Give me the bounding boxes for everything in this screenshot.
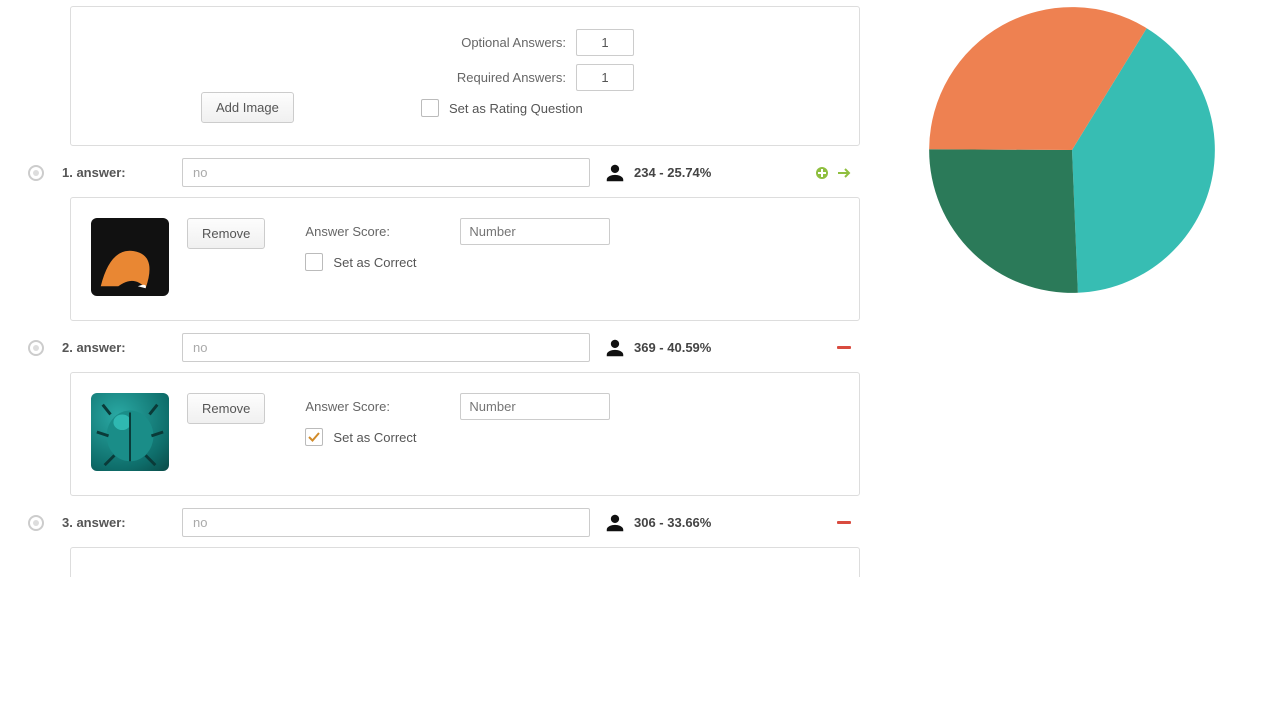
answer-score-label: Answer Score: (305, 224, 460, 239)
answer-detail-panel (70, 547, 860, 577)
plus-icon[interactable] (814, 165, 830, 181)
add-image-button[interactable]: Add Image (201, 92, 294, 123)
answer-detail-panel: Remove Answer Score: Set as Correct (70, 372, 860, 496)
answer-score-label: Answer Score: (305, 399, 460, 414)
answer-text-input[interactable] (182, 158, 590, 187)
required-answers-label: Required Answers: (421, 70, 576, 85)
set-correct-label: Set as Correct (333, 255, 416, 270)
answer-row: 2. answer: 369 - 40.59% (20, 329, 860, 366)
answer-index-label: 3. answer: (62, 515, 182, 530)
answer-detail-panel: Remove Answer Score: Set as Correct (70, 197, 860, 321)
answer-stats: 369 - 40.59% (634, 340, 754, 355)
person-icon (604, 162, 626, 184)
answer-stats: 234 - 25.74% (634, 165, 754, 180)
person-icon (604, 337, 626, 359)
set-correct-checkbox[interactable] (305, 253, 323, 271)
answer-radio[interactable] (28, 515, 44, 531)
remove-image-button[interactable]: Remove (187, 218, 265, 249)
answer-score-input[interactable] (460, 218, 610, 245)
optional-answers-label: Optional Answers: (421, 35, 576, 50)
pie-slice (929, 149, 1078, 293)
set-correct-label: Set as Correct (333, 430, 416, 445)
required-answers-input[interactable] (576, 64, 634, 91)
answer-stats: 306 - 33.66% (634, 515, 754, 530)
optional-answers-input[interactable] (576, 29, 634, 56)
answer-index-label: 2. answer: (62, 340, 182, 355)
answer-row: 1. answer: 234 - 25.74% (20, 154, 860, 191)
answer-thumbnail (91, 393, 169, 471)
answer-radio[interactable] (28, 165, 44, 181)
results-pie-chart (922, 0, 1222, 300)
remove-answer-icon[interactable] (836, 515, 852, 531)
move-icon[interactable] (836, 165, 852, 181)
remove-answer-icon[interactable] (836, 340, 852, 356)
answer-text-input[interactable] (182, 333, 590, 362)
remove-image-button[interactable]: Remove (187, 393, 265, 424)
answer-score-input[interactable] (460, 393, 610, 420)
person-icon (604, 512, 626, 534)
rating-question-checkbox[interactable] (421, 99, 439, 117)
set-correct-checkbox[interactable] (305, 428, 323, 446)
answer-radio[interactable] (28, 340, 44, 356)
question-settings-panel: Add Image Optional Answers: Required Ans… (70, 6, 860, 146)
answer-thumbnail (91, 218, 169, 296)
answer-text-input[interactable] (182, 508, 590, 537)
answer-row: 3. answer: 306 - 33.66% (20, 504, 860, 541)
answer-index-label: 1. answer: (62, 165, 182, 180)
rating-question-label: Set as Rating Question (449, 101, 583, 116)
